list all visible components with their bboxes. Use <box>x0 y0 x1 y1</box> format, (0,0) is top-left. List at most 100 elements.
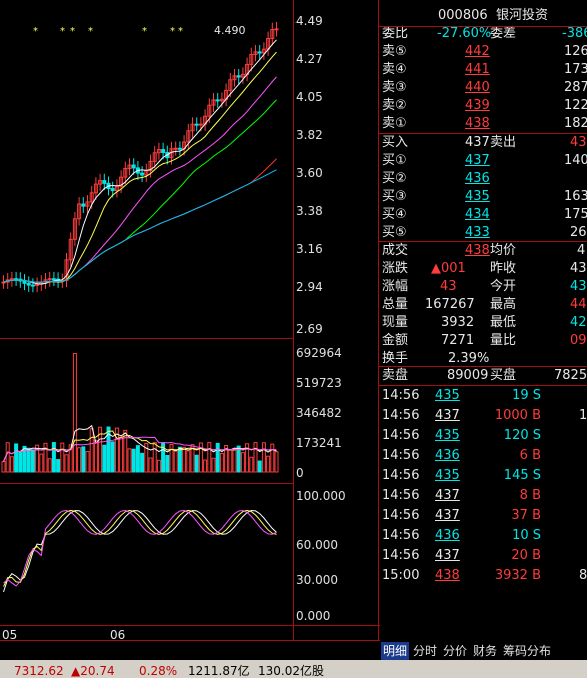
indicator-tick: 100.000 <box>296 489 346 503</box>
bid-price: 436 <box>465 171 490 186</box>
ask-price: 440 <box>465 80 490 95</box>
volume-bar <box>131 448 136 473</box>
tab-chip-dist[interactable]: 筹码分布 <box>501 642 553 660</box>
tick-time: 14:56 <box>382 448 420 463</box>
order-ratio-label: 委比 <box>382 26 409 41</box>
volume-bar <box>51 442 56 473</box>
volume-tick: 0 <box>296 466 304 480</box>
candle-body <box>51 278 56 281</box>
tab-timeshare[interactable]: 分时 <box>411 642 439 660</box>
candle-body <box>236 75 241 78</box>
tab-finance[interactable]: 财务 <box>471 642 499 660</box>
stat-label: 涨跌 <box>382 261 409 276</box>
volume-bar <box>127 448 132 473</box>
volume-bar <box>89 428 94 473</box>
tab-price-dist[interactable]: 分价 <box>441 642 469 660</box>
stat-row: 成交 438 均价 4 <box>381 242 587 260</box>
ask-row[interactable]: 卖② 439 122 <box>381 97 587 115</box>
tick-volume: 37 B <box>511 508 541 523</box>
ask-row[interactable]: 卖① 438 182 <box>381 115 587 133</box>
tick-time: 14:56 <box>382 548 420 563</box>
price-tick: 3.16 <box>296 242 323 256</box>
bid-price: 433 <box>465 225 490 240</box>
stat-value: 09 <box>570 333 587 348</box>
tick-volume: 120 S <box>503 428 541 443</box>
bid-volume: 140 <box>564 153 587 168</box>
ask-row[interactable]: 卖③ 440 287 <box>381 79 587 97</box>
stat-label: 涨幅 <box>382 279 409 294</box>
candle-body <box>131 164 136 169</box>
order-ratio-row: 委比 -27.60% 委差 -386 <box>381 25 587 43</box>
sell-label: 卖出 <box>490 135 517 150</box>
tick-row: 14:56 437 20 B <box>381 546 587 566</box>
ask-volume: 122 <box>564 98 587 113</box>
stat-label: 成交 <box>382 243 409 258</box>
disk-row: 卖盘 89009 买盘 7825 <box>381 367 587 385</box>
tick-volume: 19 S <box>512 388 541 403</box>
volume-bar <box>9 456 14 473</box>
tick-row: 14:56 437 8 B <box>381 486 587 506</box>
high-price-marker: 4.490 <box>214 24 246 37</box>
volume-bar <box>5 442 10 473</box>
tick-volume: 145 S <box>503 468 541 483</box>
moving-average-line <box>3 76 277 283</box>
tick-volume: 10 S <box>512 528 541 543</box>
moving-average-line <box>3 51 277 283</box>
tick-price: 435 <box>435 388 460 403</box>
volume-bar <box>119 436 124 473</box>
volume-bar <box>140 452 145 473</box>
bid-row[interactable]: 买④ 434 175 <box>381 206 587 224</box>
separator <box>379 133 587 134</box>
ask-row[interactable]: 卖④ 441 173 <box>381 61 587 79</box>
index-pct: 0.28% <box>139 664 178 678</box>
stat-label: 现量 <box>382 315 409 330</box>
indicator-tick: 30.000 <box>296 573 338 587</box>
signal-star-icon: * <box>33 26 38 37</box>
tick-time: 14:56 <box>382 528 420 543</box>
stat-value: 3932 <box>441 315 475 330</box>
bid-volume: 26 <box>570 225 587 240</box>
stat-label: 今开 <box>490 279 517 294</box>
volume-bar <box>156 459 161 473</box>
bid-row[interactable]: 买② 436 <box>381 170 587 188</box>
candle-body <box>177 147 182 150</box>
tick-price: 438 <box>435 568 460 583</box>
index-change: ▲20.74 <box>71 664 115 678</box>
volume-bar <box>257 460 262 473</box>
indicator-line <box>3 510 277 593</box>
tick-price: 435 <box>435 468 460 483</box>
tick-time: 14:56 <box>382 388 420 403</box>
kline-chart[interactable]: * * * * * * * <box>0 0 380 660</box>
volume-bar <box>207 442 212 473</box>
volume-bar <box>43 442 48 473</box>
indicator-line <box>3 509 277 587</box>
tick-volume: 6 B <box>519 448 541 463</box>
tick-price: 435 <box>435 428 460 443</box>
volume-bar <box>232 448 237 473</box>
tab-detail[interactable]: 明细 <box>381 642 410 660</box>
bid-row[interactable]: 买⑤ 433 26 <box>381 224 587 242</box>
candle-body <box>102 180 107 184</box>
signal-star-icon: * <box>178 26 183 37</box>
stat-value: 42 <box>570 315 587 330</box>
volume-bar <box>110 441 115 473</box>
candle-body <box>194 123 199 126</box>
ask-row[interactable]: 卖⑤ 442 126 <box>381 43 587 61</box>
ask-volume: 287 <box>564 80 587 95</box>
volume-bar <box>173 450 178 473</box>
volume-bar <box>85 451 90 473</box>
tick-row: 14:56 435 19 S <box>381 386 587 406</box>
volume-bar <box>77 447 82 473</box>
index-value: 7312.62 <box>14 664 64 678</box>
stat-value: 7271 <box>441 333 475 348</box>
tick-row: 14:56 437 1000 B 1 <box>381 406 587 426</box>
indicator-line <box>3 509 277 587</box>
volume-tick: 173241 <box>296 436 342 450</box>
volume-bar <box>215 442 220 473</box>
signal-star-icon: * <box>170 26 175 37</box>
bid-row[interactable]: 买③ 435 163 <box>381 188 587 206</box>
tick-volume: 8 B <box>519 488 541 503</box>
moving-average-line <box>3 99 277 283</box>
bid-row[interactable]: 买① 437 140 <box>381 152 587 170</box>
tick-volume: 20 B <box>511 548 541 563</box>
